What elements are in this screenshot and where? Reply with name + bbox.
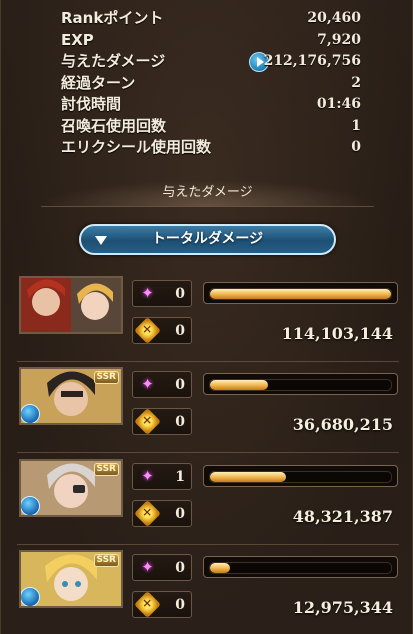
row-divider (17, 361, 399, 362)
stat-label: Rankポイント (61, 9, 164, 27)
skill-count: 1 (175, 469, 185, 485)
ougi-counter: ✕ 0 (132, 591, 192, 618)
water-element-icon (21, 587, 40, 606)
ougi-count: 0 (175, 323, 185, 339)
stat-value: 212,176,756 (263, 53, 361, 69)
skill-count: 0 (175, 377, 185, 393)
dropdown-label: トータルダメージ (151, 231, 264, 247)
ougi-counter: ✕ 0 (132, 500, 192, 527)
ougi-count: 0 (175, 414, 185, 430)
character-portrait[interactable] (19, 276, 123, 334)
water-element-icon (21, 496, 40, 515)
damage-value: 36,680,215 (292, 415, 393, 434)
stat-clear-time: 討伐時間 01:46 (61, 94, 361, 116)
stat-label: 討伐時間 (61, 95, 122, 113)
skill-counter: ✦ 1 (132, 463, 192, 490)
stat-label: 与えたダメージ (61, 52, 166, 70)
stat-label: 召喚石使用回数 (61, 116, 167, 135)
ougi-counter: ✕ 0 (132, 408, 192, 435)
stat-label: EXP (61, 30, 94, 49)
damage-bar-fill (210, 563, 230, 573)
ougi-counter: ✕ 0 (132, 317, 192, 344)
stat-label: 経過ターン (61, 73, 136, 92)
damage-bar-fill (210, 472, 287, 482)
ssr-badge: SSR (93, 371, 119, 384)
skill-sparkle-icon: ✦ (141, 284, 154, 302)
row-divider (17, 452, 399, 453)
character-row: SSR ✦ 1 ✕ 0 48,321,387 (17, 459, 399, 545)
stat-rank-points: Rankポイント 20,460 (61, 8, 361, 30)
ougi-burst-icon: ✕ (134, 317, 161, 344)
ssr-badge: SSR (93, 554, 119, 567)
stat-damage-dealt: 与えたダメージ 212,176,756 (61, 51, 361, 73)
character-row: SSR ✦ 0 ✕ 0 12,975,344 (19, 550, 399, 630)
stat-value: 7,920 (317, 31, 361, 48)
ssr-badge: SSR (93, 463, 119, 476)
stat-summon-uses: 召喚石使用回数 1 (61, 116, 361, 138)
skill-sparkle-icon: ✦ (141, 467, 154, 485)
damage-bar (203, 556, 398, 578)
stat-value: 0 (351, 139, 361, 155)
stat-value: 01:46 (316, 96, 361, 112)
damage-value: 48,321,387 (292, 507, 393, 526)
damage-type-dropdown[interactable]: トータルダメージ (79, 224, 336, 255)
result-stats: Rankポイント 20,460 EXP 7,920 与えたダメージ 212,17… (61, 8, 361, 159)
skill-counter: ✦ 0 (132, 280, 192, 307)
damage-bar-track (209, 379, 392, 391)
character-row: SSR ✦ 0 ✕ 0 36,680,215 (17, 367, 399, 453)
damage-bar-fill (210, 380, 268, 390)
damage-bar-track (209, 471, 392, 483)
stat-elixir-uses: エリクシール使用回数 0 (61, 137, 361, 159)
ougi-count: 0 (175, 597, 185, 613)
skill-sparkle-icon: ✦ (141, 558, 154, 576)
character-row: ✦ 0 ✕ 0 114,103,144 (17, 276, 399, 362)
damage-value: 114,103,144 (281, 324, 393, 343)
quest-result-panel: Rankポイント 20,460 EXP 7,920 与えたダメージ 212,17… (0, 0, 413, 634)
damage-bar (203, 282, 398, 304)
section-title: 与えたダメージ (41, 180, 374, 207)
damage-value: 12,975,344 (292, 598, 393, 617)
skill-count: 0 (175, 286, 185, 302)
character-portrait[interactable]: SSR (19, 367, 123, 425)
damage-bar (203, 465, 398, 487)
skill-counter: ✦ 0 (132, 371, 192, 398)
row-divider (17, 544, 399, 545)
skill-count: 0 (175, 560, 185, 576)
skill-sparkle-icon: ✦ (141, 375, 154, 393)
ougi-burst-icon: ✕ (134, 500, 161, 527)
stat-turns-elapsed: 経過ターン 2 (61, 73, 361, 95)
stat-exp: EXP 7,920 (61, 30, 361, 52)
stat-value: 1 (351, 117, 361, 134)
skill-counter: ✦ 0 (132, 554, 192, 581)
damage-bar (203, 373, 398, 395)
damage-bar-track (209, 288, 392, 300)
damage-bar-fill (210, 289, 391, 299)
ougi-burst-icon: ✕ (134, 591, 161, 618)
stat-label: エリクシール使用回数 (61, 138, 212, 156)
portrait-art (21, 278, 121, 332)
character-portrait[interactable]: SSR (19, 459, 123, 517)
stat-value: 2 (351, 74, 361, 91)
stat-value: 20,460 (307, 10, 361, 26)
damage-bar-track (209, 562, 392, 574)
ougi-burst-icon: ✕ (134, 408, 161, 435)
ougi-count: 0 (175, 506, 185, 522)
water-element-icon (21, 404, 40, 423)
character-portrait[interactable]: SSR (19, 550, 123, 608)
